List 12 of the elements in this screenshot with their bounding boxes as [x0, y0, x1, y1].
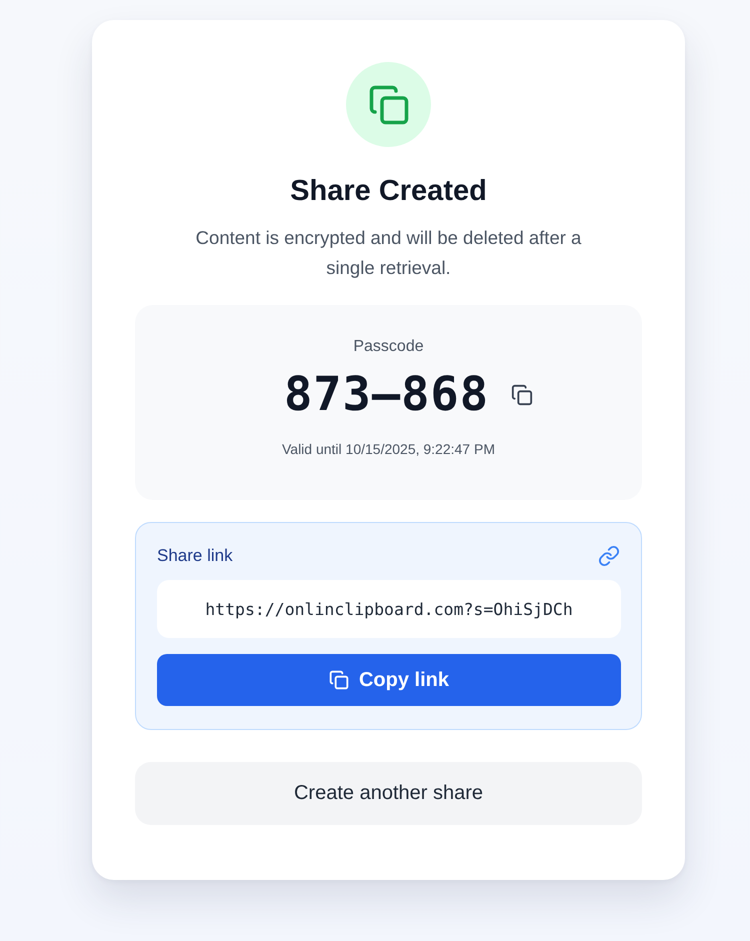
copy-icon	[328, 670, 349, 690]
create-another-button[interactable]: Create another share	[135, 762, 642, 825]
link-icon	[598, 545, 620, 567]
title: Share Created	[290, 174, 487, 209]
copy-link-button[interactable]: Copy link	[157, 654, 621, 706]
subtitle: Content is encrypted and will be deleted after a single retrieval.	[194, 226, 582, 280]
url-field[interactable]: https://onlinclipboard.com?s=OhiSjDCh	[157, 580, 621, 638]
share-link-label: Share link	[157, 546, 233, 566]
passcode: 873–868	[284, 366, 490, 424]
validity-text: Valid until 10/15/2025, 9:22:47 PM	[282, 441, 495, 457]
passcode-label: Passcode	[353, 337, 424, 357]
copy-icon[interactable]	[511, 384, 534, 406]
